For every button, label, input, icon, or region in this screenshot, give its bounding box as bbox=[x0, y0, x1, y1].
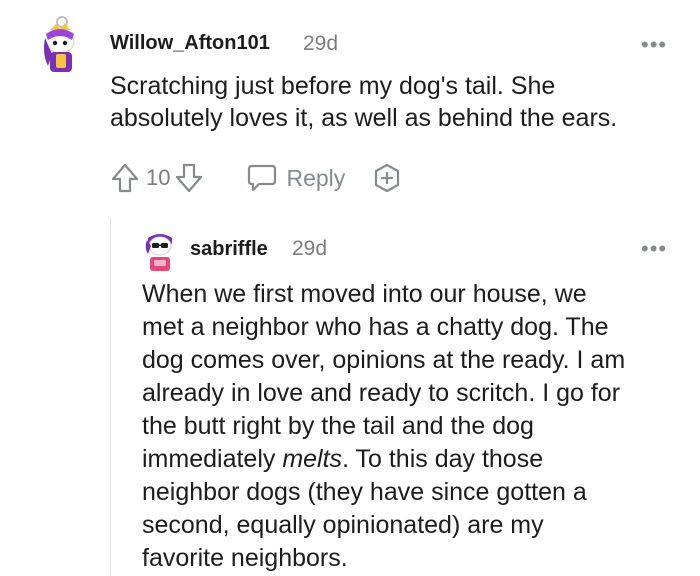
comment-body: Scratching just before my dog's tail. Sh… bbox=[110, 70, 690, 134]
more-options-icon[interactable]: ••• bbox=[641, 34, 667, 56]
more-options-icon[interactable]: ••• bbox=[641, 238, 667, 260]
comment-username[interactable]: Willow_Afton101 bbox=[110, 32, 270, 55]
reply-line: immediately melts. To this day those bbox=[142, 443, 687, 476]
award-icon[interactable] bbox=[371, 162, 403, 194]
reply-line: met a neighbor who has a chatty dog. The bbox=[142, 313, 609, 341]
comment-line: Scratching just before my dog's tail. Sh… bbox=[110, 72, 556, 100]
upvote-icon[interactable] bbox=[110, 162, 140, 194]
reply-text: immediately bbox=[142, 445, 283, 473]
vote-count: 10 bbox=[146, 165, 171, 190]
comment-age: 29d bbox=[303, 32, 339, 55]
reply-text: . To this day those bbox=[342, 445, 544, 473]
comment-actions: 10 Reply bbox=[110, 160, 403, 196]
reply-label: Reply bbox=[286, 164, 346, 191]
reply-body: When we first moved into our house, we m… bbox=[142, 278, 687, 575]
reply-line: the butt right by the tail and the dog bbox=[142, 412, 534, 440]
reply-bubble-icon bbox=[246, 163, 278, 193]
reply-button[interactable]: Reply bbox=[246, 163, 345, 193]
reply-line: neighbor dogs (they have since gotten a bbox=[142, 478, 587, 506]
reply-line: already in love and ready to scritch. I … bbox=[142, 379, 621, 407]
reply-username[interactable]: sabriffle bbox=[190, 238, 268, 261]
reply-age: 29d bbox=[292, 237, 328, 260]
reply-line: When we first moved into our house, we bbox=[142, 280, 587, 308]
comment-line: absolutely loves it, as well as behind t… bbox=[110, 104, 618, 132]
downvote-icon[interactable] bbox=[174, 162, 204, 194]
reply-line: dog comes over, opinions at the ready. I… bbox=[142, 346, 626, 374]
reply-line: second, equally opinionated) are my bbox=[142, 511, 544, 539]
reply-avatar[interactable] bbox=[142, 232, 178, 274]
thread-line[interactable] bbox=[110, 218, 111, 576]
avatar[interactable] bbox=[36, 14, 84, 78]
reply-emphasis: melts bbox=[282, 445, 343, 473]
reply-line: favorite neighbors. bbox=[142, 544, 348, 572]
